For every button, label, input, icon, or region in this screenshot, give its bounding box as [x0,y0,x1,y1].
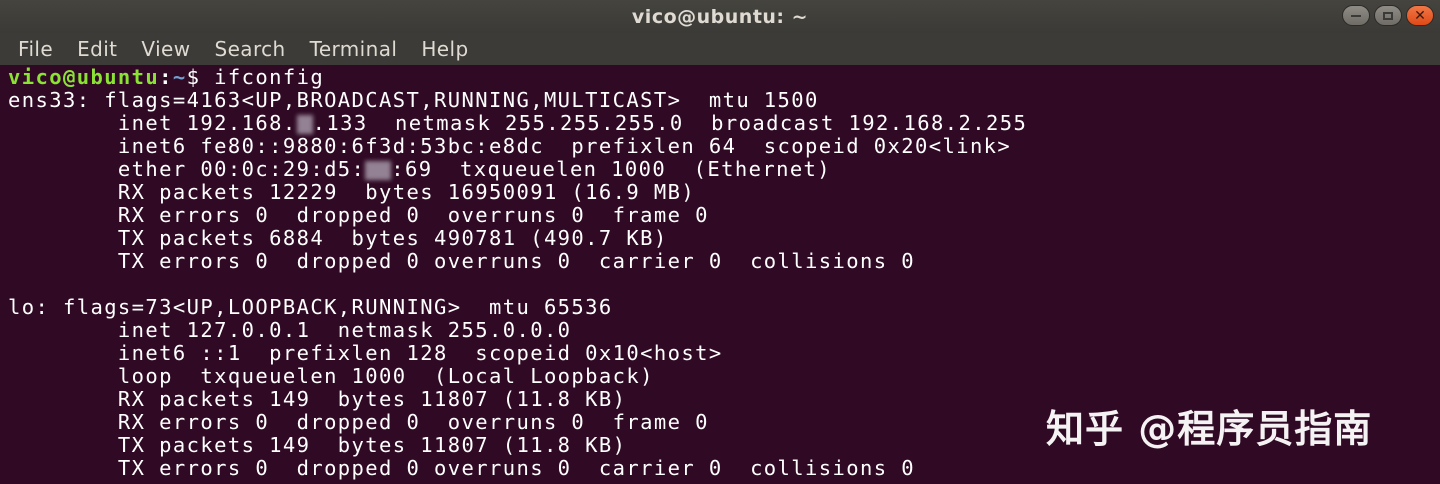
menu-file[interactable]: File [6,37,65,61]
redacted-blur [365,160,392,180]
maximize-icon [1383,11,1393,20]
ens33-tx-packets: TX packets 6884 bytes 490781 (490.7 KB) [8,226,668,250]
lo-loop: loop txqueuelen 1000 (Local Loopback) [8,364,654,388]
close-icon: ✕ [1414,7,1426,24]
menu-terminal[interactable]: Terminal [298,37,410,61]
ens33-rx-errors: RX errors 0 dropped 0 overruns 0 frame 0 [8,203,709,227]
ens33-ether-end: :69 txqueuelen 1000 (Ethernet) [391,157,832,181]
ens33-tx-errors: TX errors 0 dropped 0 overruns 0 carrier… [8,249,915,273]
redacted-blur [296,114,313,134]
lo-header: lo: flags=73<UP,LOOPBACK,RUNNING> mtu 65… [8,295,613,319]
prompt-path: ~ [172,65,187,89]
window-controls: ✕ [1342,5,1434,26]
ens33-inet6: inet6 fe80::9880:6f3d:53bc:e8dc prefixle… [8,134,1012,158]
menu-view[interactable]: View [129,37,202,61]
prompt-line: vico@ubuntu:~$ ifconfig [8,66,1428,89]
ens33-inet-end: .133 netmask 255.255.255.0 broadcast 192… [312,111,1028,135]
maximize-button[interactable] [1374,5,1402,26]
terminal-window: vico@ubuntu: ~ ✕ File Edit View Search T… [0,0,1440,484]
lo-inet6: inet6 ::1 prefixlen 128 scopeid 0x10<hos… [8,341,723,365]
ens33-header: ens33: flags=4163<UP,BROADCAST,RUNNING,M… [8,88,819,112]
menu-search[interactable]: Search [202,37,297,61]
prompt-dollar: $ [186,65,215,89]
ens33-ether-start: ether 00:0c:29:d5: [8,157,366,181]
minimize-icon [1351,14,1361,17]
menu-bar: File Edit View Search Terminal Help [0,33,1440,65]
ens33-rx-packets: RX packets 12229 bytes 16950091 (16.9 MB… [8,180,696,204]
lo-inet: inet 127.0.0.1 netmask 255.0.0.0 [8,318,572,342]
title-bar[interactable]: vico@ubuntu: ~ ✕ [0,0,1440,33]
prompt-user-host: vico@ubuntu [8,65,160,89]
close-button[interactable]: ✕ [1406,5,1434,26]
lo-tx-errors: TX errors 0 dropped 0 overruns 0 carrier… [8,456,915,480]
menu-edit[interactable]: Edit [65,37,129,61]
prompt-separator: : [159,65,173,89]
watermark-text: 知乎 @程序员指南 [1046,407,1373,451]
command-text: ifconfig [214,65,325,89]
menu-help[interactable]: Help [409,37,480,61]
minimize-button[interactable] [1342,5,1370,26]
ens33-inet-start: inet 192.168. [8,111,297,135]
ens33-ether: ether 00:0c:29:d5: :69 txqueuelen 1000 (E… [8,158,1428,181]
window-title: vico@ubuntu: ~ [631,5,809,28]
ens33-inet: inet 192.168. .133 netmask 255.255.255.0 … [8,112,1428,135]
